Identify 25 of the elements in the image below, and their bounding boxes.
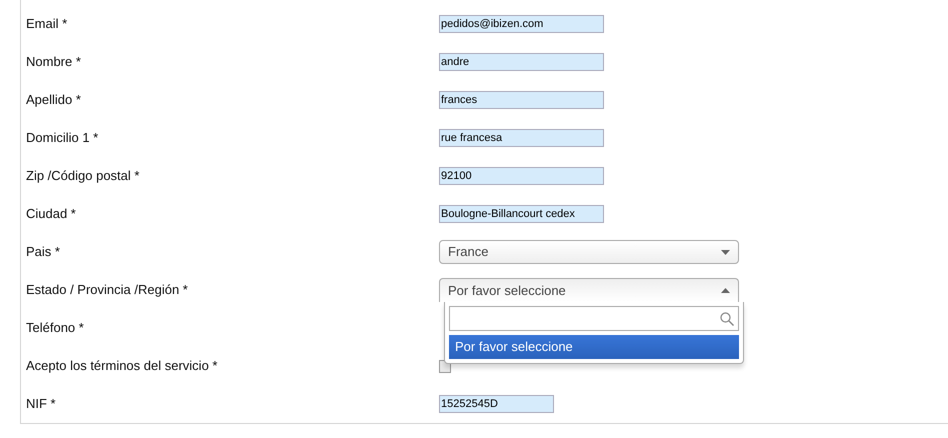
input-field[interactable]: andre xyxy=(439,53,604,71)
field-label: Acepto los términos del servicio * xyxy=(25,357,218,376)
caret-icon xyxy=(721,288,730,293)
input-field[interactable]: pedidos@ibizen.com xyxy=(439,15,604,33)
field-label: Nombre * xyxy=(25,53,82,72)
search-icon xyxy=(720,312,734,326)
field-label: Pais * xyxy=(25,243,61,262)
input-field[interactable]: Boulogne-Billancourt cedex xyxy=(439,205,604,223)
field-label: Zip /Código postal * xyxy=(25,167,140,186)
dropdown-option[interactable]: Por favor seleccione xyxy=(449,335,739,359)
select-field[interactable]: France xyxy=(439,240,739,264)
caret-icon xyxy=(721,250,730,254)
select-field[interactable]: Por favor seleccione xyxy=(439,278,739,302)
field-label: NIF * xyxy=(25,395,57,414)
field-label: Ciudad * xyxy=(25,205,77,224)
field-label: Apellido * xyxy=(25,91,82,110)
field-label: Teléfono * xyxy=(25,319,85,338)
input-field[interactable]: rue francesa xyxy=(439,129,604,147)
field-label: Domicilio 1 * xyxy=(25,129,100,148)
field-label: Email * xyxy=(25,15,68,34)
input-field[interactable]: frances xyxy=(439,91,604,109)
field-label: Estado / Provincia /Región * xyxy=(25,281,189,300)
input-field[interactable]: 15252545D xyxy=(439,395,554,413)
input-field[interactable]: 92100 xyxy=(439,167,604,185)
search-field[interactable] xyxy=(449,306,739,331)
